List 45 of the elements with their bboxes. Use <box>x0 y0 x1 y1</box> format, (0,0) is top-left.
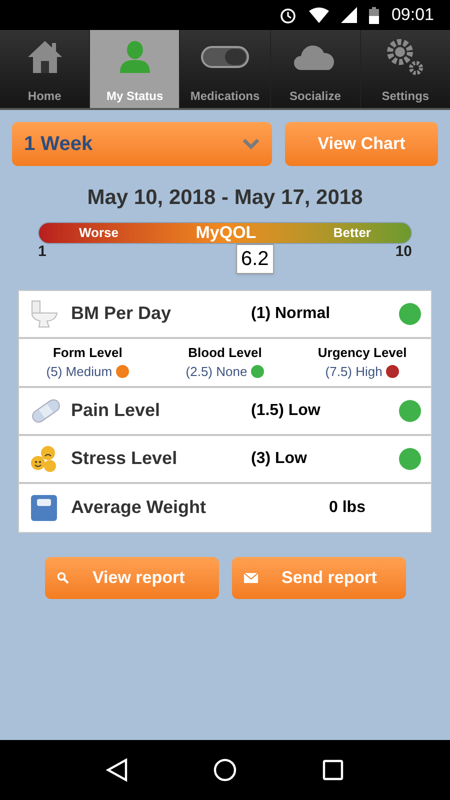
pill-icon <box>200 45 250 69</box>
signal-icon <box>341 7 358 23</box>
scale-min: 1 <box>38 244 46 260</box>
battery-icon <box>369 6 380 24</box>
view-report-button[interactable]: View report <box>44 556 218 598</box>
sublevel-value: (7.5) High <box>325 363 382 381</box>
metric-label: Stress Level <box>71 447 178 470</box>
clock-time: 09:01 <box>391 4 434 26</box>
sublevel-value: (5) Medium <box>46 363 112 381</box>
alarm-icon <box>279 6 298 24</box>
nav-tab[interactable]: Medications <box>180 30 270 108</box>
sublevel-value: (2.5) None <box>186 363 248 381</box>
send-report-button[interactable]: Send report <box>232 556 406 598</box>
back-icon[interactable] <box>106 758 128 782</box>
metric-value: (3) Low <box>251 448 308 468</box>
chevron-down-icon <box>242 138 260 150</box>
search-icon <box>56 572 68 584</box>
toilet-icon <box>29 298 59 328</box>
envelope-icon <box>244 572 258 582</box>
metric-label: Average Weight <box>71 496 208 519</box>
scale-max: 10 <box>395 244 412 260</box>
scale-icon <box>29 492 59 522</box>
home-icon[interactable] <box>212 758 237 782</box>
nav-tab[interactable]: Socialize <box>270 30 360 108</box>
nav-tab[interactable]: Home <box>0 30 90 108</box>
score-marker: 6.2 <box>236 244 274 274</box>
metric-label: BM Per Day <box>71 302 172 325</box>
house-icon <box>26 39 64 75</box>
metric-value: 0 lbs <box>328 498 366 518</box>
nav-tab[interactable]: Settings <box>360 30 450 108</box>
sublevel-label: Blood Level <box>188 344 262 362</box>
sublevel-label: Form Level <box>52 344 122 362</box>
wifi-icon <box>309 7 330 23</box>
view-chart-button[interactable]: View Chart <box>285 122 438 166</box>
metric-label: Pain Level <box>71 399 162 422</box>
scale-title: MyQOL <box>196 222 256 244</box>
worse-label: Worse <box>79 224 118 242</box>
recents-icon[interactable] <box>322 759 344 781</box>
sublevel-label: Urgency Level <box>318 344 407 362</box>
metric-value: (1) Normal <box>251 304 332 324</box>
date-range: May 10, 2018 - May 17, 2018 <box>86 185 364 211</box>
nav-tab[interactable]: My Status <box>90 30 180 108</box>
period-dropdown[interactable]: 1 Week <box>12 122 272 166</box>
better-label: Better <box>333 224 371 242</box>
metric-value: (1.5) Low <box>251 400 322 420</box>
